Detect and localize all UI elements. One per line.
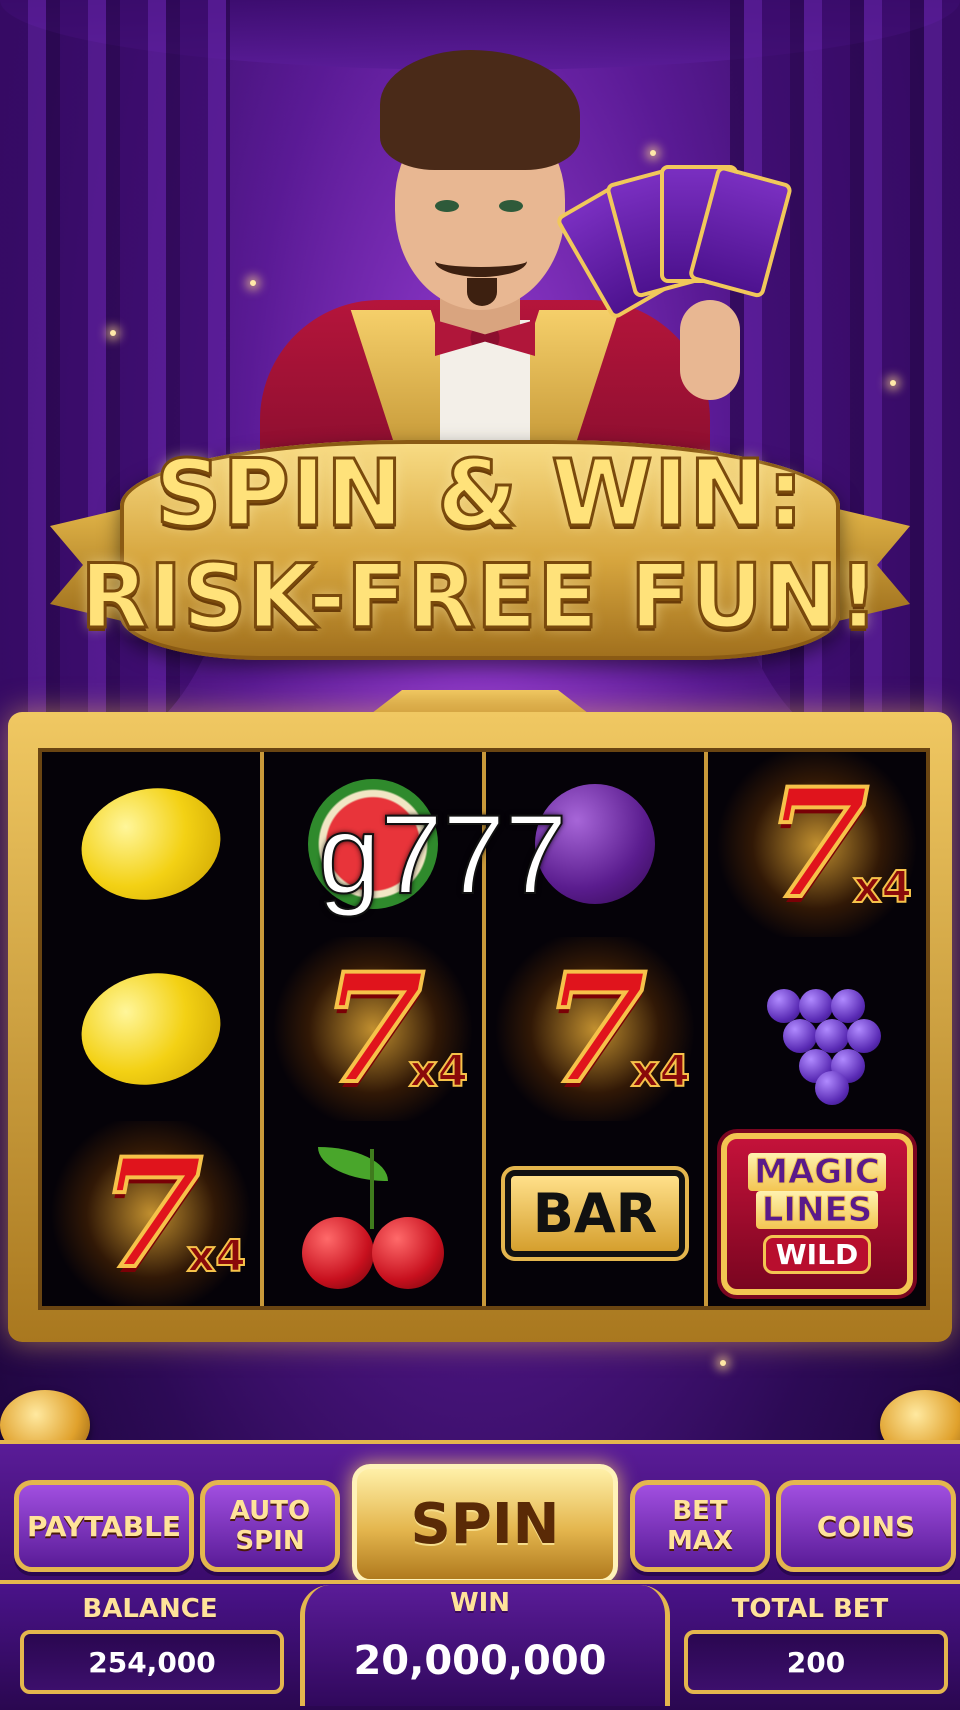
sparkle (720, 1360, 726, 1366)
multiplier-label: x4 (630, 1045, 691, 1098)
cherry-stem (370, 1148, 374, 1229)
cherry (302, 1216, 374, 1289)
control-bar: PAYTABLE AUTO SPIN SPIN BET MAX COINS (0, 1440, 960, 1584)
multiplier-label: x4 (408, 1045, 469, 1098)
grape (783, 1019, 817, 1053)
spin-button[interactable]: SPIN (352, 1464, 618, 1584)
magician-hand (680, 300, 740, 400)
bar-symbol: BAR (500, 1166, 690, 1262)
reel-cell: 7 x4 (708, 752, 926, 937)
reel-cell (42, 937, 260, 1122)
reel-cell: 7 x4 (264, 936, 482, 1122)
cherry (372, 1216, 444, 1289)
lemon-symbol (71, 775, 231, 913)
cherry-symbol (298, 1139, 448, 1289)
auto-spin-label-line2: SPIN (235, 1526, 305, 1556)
grape (847, 1019, 881, 1053)
magic-label: MAGIC (748, 1153, 886, 1192)
grape (815, 1019, 849, 1053)
sparkle (890, 380, 896, 386)
coins-label: COINS (816, 1509, 916, 1543)
total-bet-label: TOTAL BET (731, 1594, 889, 1624)
auto-spin-label-line1: AUTO (229, 1496, 311, 1526)
reel-1: 7 x4 (42, 752, 264, 1307)
wild-label: WILD (762, 1235, 872, 1275)
sparkle (110, 330, 116, 336)
multiplier-label: x4 (186, 1230, 247, 1283)
paytable-button[interactable]: PAYTABLE (14, 1480, 194, 1572)
overlay-watermark-text: g777 (317, 791, 568, 918)
magician-mustache (435, 245, 527, 277)
reel-cell (708, 937, 926, 1122)
magician-hair (380, 50, 580, 170)
grape (767, 989, 801, 1023)
balance-label: BALANCE (82, 1594, 218, 1624)
auto-spin-button[interactable]: AUTO SPIN (200, 1480, 340, 1572)
grape (831, 989, 865, 1023)
reel-cell (264, 1121, 482, 1306)
lemon-symbol (71, 960, 231, 1098)
paytable-label: PAYTABLE (26, 1509, 182, 1543)
reel-cell (42, 752, 260, 937)
magician-eye (499, 200, 523, 212)
grape (815, 1071, 849, 1105)
magician-eye (435, 200, 459, 212)
multiplier-label: x4 (852, 861, 913, 914)
magic-lines-wild-symbol: MAGIC LINES WILD (721, 1132, 913, 1295)
bet-max-label-line1: BET (672, 1496, 728, 1526)
reel-cell: 7 x4 (42, 1121, 260, 1307)
magician-goatee (467, 278, 497, 306)
total-bet-value: 200 (684, 1630, 948, 1694)
reel-cell: 7 x4 (486, 936, 704, 1122)
grape (799, 989, 833, 1023)
cherry-leaf (318, 1146, 388, 1181)
banner-title-line1: SPIN & WIN: (154, 439, 806, 549)
lines-label: LINES (755, 1191, 879, 1230)
grapes-symbol (747, 959, 887, 1105)
win-value: 20,000,000 (353, 1638, 607, 1684)
banner-title-line2: RISK-FREE FUN! (79, 544, 880, 650)
win-label: WIN (449, 1588, 511, 1618)
balance-value: 254,000 (20, 1630, 284, 1694)
reel-cell: MAGIC LINES WILD (708, 1121, 926, 1306)
bet-max-label-line2: MAX (666, 1526, 734, 1556)
bet-max-button[interactable]: BET MAX (630, 1480, 770, 1572)
reel-cell: BAR (486, 1121, 704, 1306)
title-banner: SPIN & WIN: RISK-FREE FUN! (50, 420, 910, 680)
spin-label: SPIN (410, 1491, 560, 1557)
reel-4: 7 x4 MAGIC LINES WILD (708, 752, 926, 1306)
coins-button[interactable]: COINS (776, 1480, 956, 1572)
